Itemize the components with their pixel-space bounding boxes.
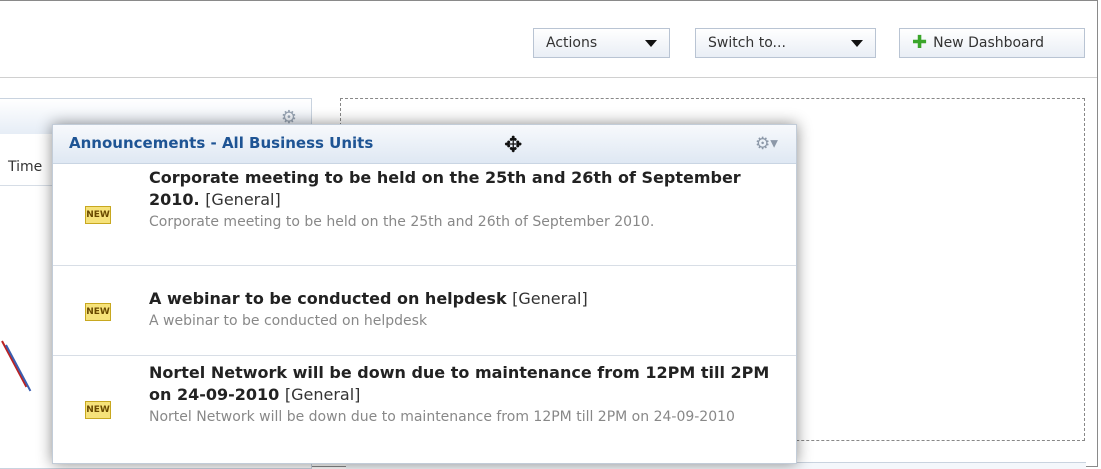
list-item[interactable]: NEW A webinar to be conducted on helpdes… (53, 266, 796, 356)
chevron-down-icon (645, 39, 657, 47)
announcement-title[interactable]: Corporate meeting to be held on the 25th… (149, 167, 776, 211)
column-header-label: Time (8, 159, 43, 175)
announcements-widget[interactable]: Announcements - All Business Units ✥ ⚙▼ … (52, 124, 797, 464)
chevron-down-icon (851, 39, 863, 47)
announcement-description: Nortel Network will be down due to maint… (149, 409, 735, 425)
move-cursor-icon: ✥ (504, 133, 523, 158)
new-dashboard-button[interactable]: ✚ New Dashboard (899, 28, 1085, 58)
announcement-title[interactable]: A webinar to be conducted on helpdesk [G… (149, 288, 776, 310)
gear-icon[interactable]: ⚙▼ (755, 134, 778, 154)
announcement-title[interactable]: Nortel Network will be down due to maint… (149, 362, 776, 406)
announcement-title-text: Nortel Network will be down due to maint… (149, 363, 770, 404)
switch-to-dropdown[interactable]: Switch to... (695, 28, 876, 58)
toolbar-divider (0, 77, 1097, 78)
actions-label: Actions (546, 35, 598, 51)
announcement-description: A webinar to be conducted on helpdesk (149, 313, 428, 329)
announcement-category: [General] (205, 190, 281, 209)
new-dashboard-label: New Dashboard (933, 35, 1045, 51)
new-badge-icon: NEW (85, 401, 111, 419)
announcement-content: Nortel Network will be down due to maint… (149, 362, 776, 428)
announcement-title-text: A webinar to be conducted on helpdesk (149, 289, 507, 308)
new-badge-icon: NEW (85, 206, 111, 224)
switch-to-label: Switch to... (708, 35, 786, 51)
list-item[interactable]: NEW Nortel Network will be down due to m… (53, 356, 796, 463)
new-badge-icon: NEW (85, 303, 111, 321)
announcement-description: Corporate meeting to be held on the 25th… (149, 214, 655, 230)
announcement-content: A webinar to be conducted on helpdesk [G… (149, 288, 776, 332)
list-item[interactable]: NEW Corporate meeting to be held on the … (53, 163, 796, 266)
announcement-content: Corporate meeting to be held on the 25th… (149, 167, 776, 233)
announcements-widget-header[interactable]: Announcements - All Business Units ✥ ⚙▼ (53, 125, 796, 164)
actions-dropdown[interactable]: Actions (533, 28, 670, 58)
announcement-category: [General] (512, 289, 588, 308)
widget-title: Announcements - All Business Units (69, 134, 374, 152)
announcement-category: [General] (284, 385, 361, 404)
plus-icon: ✚ (912, 32, 928, 53)
